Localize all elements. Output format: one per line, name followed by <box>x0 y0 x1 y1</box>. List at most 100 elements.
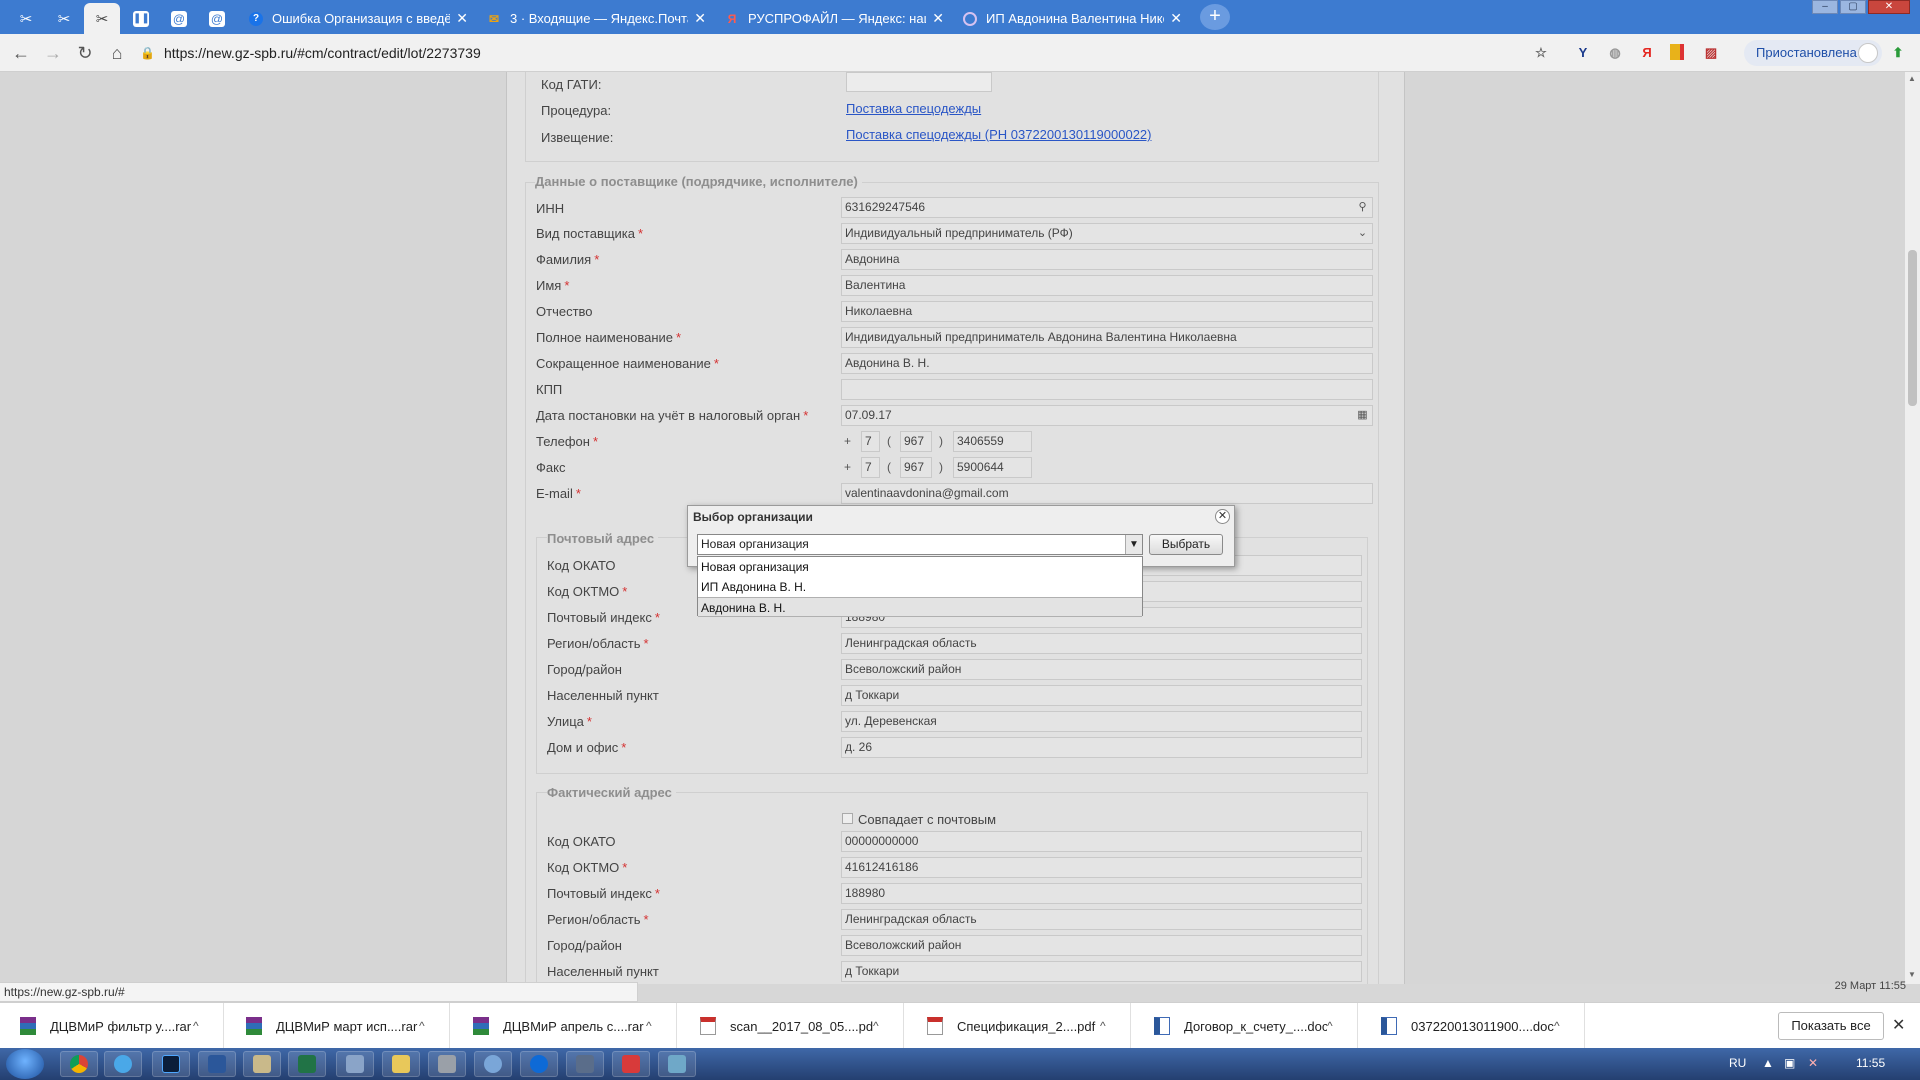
new-tab-button[interactable]: + <box>1200 4 1230 30</box>
app-icon[interactable] <box>658 1051 696 1077</box>
gati-field[interactable] <box>846 72 992 92</box>
close-window-button[interactable]: ✕ <box>1868 0 1910 14</box>
tab-rusprofile[interactable]: Я РУСПРОФАЙЛ — Яндекс: нашл ✕ <box>716 3 954 34</box>
option-ip-avdonina[interactable]: ИП Авдонина В. Н. <box>698 577 1142 597</box>
forward-button[interactable]: → <box>40 40 66 66</box>
update-icon[interactable]: ⬆ <box>1889 44 1907 62</box>
bookmark-extension-icon[interactable] <box>1670 44 1688 62</box>
start-button[interactable] <box>6 1049 44 1079</box>
fax-country-code[interactable]: 7 <box>861 457 880 478</box>
language-indicator[interactable]: RU <box>1729 1056 1746 1070</box>
tab-error[interactable]: ? Ошибка Организация с введён ✕ <box>240 3 478 34</box>
extension-icon[interactable]: ◍ <box>1606 44 1624 62</box>
yandex-extension-icon[interactable]: Y <box>1574 44 1592 62</box>
maximize-button[interactable]: ▢ <box>1840 0 1866 14</box>
calendar-icon[interactable]: ▦ <box>1355 408 1370 423</box>
full-name-field[interactable]: Индивидуальный предприниматель Авдонина … <box>841 327 1373 348</box>
download-item[interactable]: scan__2017_08_05....pdf ^ <box>680 1003 904 1049</box>
network-icon[interactable]: ▣ <box>1784 1056 1795 1070</box>
pdf-extension-icon[interactable]: ▨ <box>1702 44 1720 62</box>
chevron-up-icon[interactable]: ^ <box>646 1019 676 1033</box>
actual-okato-field[interactable]: 00000000000 <box>841 831 1362 852</box>
reload-button[interactable]: ↻ <box>72 40 98 66</box>
kpp-field[interactable] <box>841 379 1373 400</box>
phone-area-code[interactable]: 967 <box>900 431 932 452</box>
email-field[interactable]: valentinaavdonina@gmail.com <box>841 483 1373 504</box>
app-icon[interactable] <box>428 1051 466 1077</box>
inn-field[interactable]: 631629247546 ⚲ <box>841 197 1373 218</box>
close-icon[interactable]: ✕ <box>694 10 706 27</box>
teamviewer-icon[interactable] <box>520 1051 558 1077</box>
yandex-extension-icon[interactable]: Я <box>1638 44 1656 62</box>
pinned-tab-3[interactable]: ✂ <box>84 3 120 34</box>
star-icon[interactable]: ☆ <box>1532 44 1550 62</box>
chevron-down-icon[interactable]: ⌄ <box>1355 226 1370 241</box>
organization-select[interactable]: Новая организация ▼ <box>697 534 1143 555</box>
chevron-up-icon[interactable]: ^ <box>193 1019 223 1033</box>
download-item[interactable]: 037220013011900....doc ^ <box>1361 1003 1585 1049</box>
profile-button[interactable]: Приостановлена <box>1744 40 1882 66</box>
show-all-downloads-button[interactable]: Показать все <box>1778 1012 1884 1040</box>
download-item[interactable]: Спецификация_2....pdf ^ <box>907 1003 1131 1049</box>
address-bar[interactable]: 🔒 https://new.gz-spb.ru/#cm/contract/edi… <box>140 38 1530 68</box>
pinned-tab-6[interactable]: @ <box>199 3 235 34</box>
download-item[interactable]: Договор_к_счету_....doc ^ <box>1134 1003 1358 1049</box>
app-icon[interactable] <box>474 1051 512 1077</box>
photoshop-icon[interactable] <box>152 1051 190 1077</box>
fax-area-code[interactable]: 967 <box>900 457 932 478</box>
short-name-field[interactable]: Авдонина В. Н. <box>841 353 1373 374</box>
app-icon[interactable] <box>612 1051 650 1077</box>
chevron-down-icon[interactable]: ▼ <box>1125 535 1142 554</box>
procedure-link[interactable]: Поставка спецодежды <box>846 101 981 116</box>
tab-ip[interactable]: ИП Авдонина Валентина Никол ✕ <box>954 3 1192 34</box>
pinned-tab-1[interactable]: ✂ <box>8 3 44 34</box>
close-icon[interactable]: ✕ <box>1170 10 1182 27</box>
same-as-postal-checkbox[interactable] <box>842 813 853 824</box>
pinned-tab-4[interactable]: ❚❚ <box>123 3 159 34</box>
phone-number[interactable]: 3406559 <box>953 431 1032 452</box>
download-item[interactable]: ДЦВМиР апрель с....rar ^ <box>453 1003 677 1049</box>
chevron-up-icon[interactable]: ^ <box>419 1019 449 1033</box>
clock[interactable]: 11:55 <box>1856 1056 1885 1070</box>
postal-city-field[interactable]: Всеволожский район <box>841 659 1362 680</box>
fax-number[interactable]: 5900644 <box>953 457 1032 478</box>
patronymic-field[interactable]: Николаевна <box>841 301 1373 322</box>
tax-date-field[interactable]: 07.09.17 ▦ <box>841 405 1373 426</box>
word-icon[interactable] <box>198 1051 236 1077</box>
app-icon[interactable] <box>243 1051 281 1077</box>
chevron-up-icon[interactable]: ▲ <box>1762 1056 1774 1070</box>
actual-region-field[interactable]: Ленинградская область <box>841 909 1362 930</box>
actual-oktmo-field[interactable]: 41612416186 <box>841 857 1362 878</box>
minimize-button[interactable]: – <box>1812 0 1838 14</box>
postal-street-field[interactable]: ул. Деревенская <box>841 711 1362 732</box>
tab-mail[interactable]: ✉ 3 · Входящие — Яндекс.Почта ✕ <box>478 3 716 34</box>
folder-icon[interactable] <box>382 1051 420 1077</box>
chevron-up-icon[interactable]: ^ <box>873 1019 903 1033</box>
download-item[interactable]: ДЦВМиР март исп....rar ^ <box>226 1003 450 1049</box>
postal-region-field[interactable]: Ленинградская область <box>841 633 1362 654</box>
chrome-icon[interactable] <box>60 1051 98 1077</box>
option-avdonina[interactable]: Авдонина В. Н. <box>698 597 1142 617</box>
chevron-up-icon[interactable]: ^ <box>1554 1019 1584 1033</box>
close-icon[interactable]: ✕ <box>456 10 468 27</box>
option-new-organization[interactable]: Новая организация <box>698 557 1142 577</box>
notice-link[interactable]: Поставка спецодежды (РН 0372200130119000… <box>846 127 1152 142</box>
postal-settlement-field[interactable]: д Токкари <box>841 685 1362 706</box>
scroll-up-icon[interactable]: ▲ <box>1908 74 1916 83</box>
close-icon[interactable]: ✕ <box>932 10 944 27</box>
back-button[interactable]: ← <box>8 40 34 66</box>
supplier-type-select[interactable]: Индивидуальный предприниматель (РФ) ⌄ <box>841 223 1373 244</box>
pinned-tab-2[interactable]: ✂ <box>46 3 82 34</box>
close-icon[interactable]: ✕ <box>1215 509 1230 524</box>
excel-icon[interactable] <box>288 1051 326 1077</box>
close-icon[interactable]: ✕ <box>1892 1015 1905 1035</box>
actual-city-field[interactable]: Всеволожский район <box>841 935 1362 956</box>
app-icon[interactable] <box>336 1051 374 1077</box>
phone-country-code[interactable]: 7 <box>861 431 880 452</box>
scroll-down-icon[interactable]: ▼ <box>1908 970 1916 979</box>
select-button[interactable]: Выбрать <box>1149 534 1223 555</box>
download-item[interactable]: ДЦВМиР фильтр у....rar ^ <box>0 1003 224 1049</box>
name-field[interactable]: Валентина <box>841 275 1373 296</box>
surname-field[interactable]: Авдонина <box>841 249 1373 270</box>
actual-settlement-field[interactable]: д Токкари <box>841 961 1362 982</box>
